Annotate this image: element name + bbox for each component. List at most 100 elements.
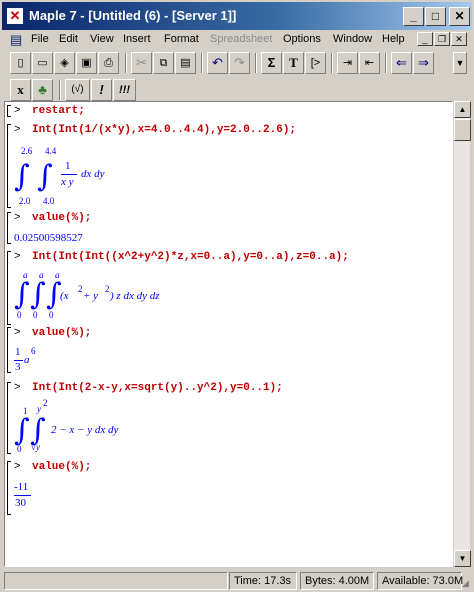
execution-group-bracket[interactable] [7, 212, 11, 244]
forward-icon[interactable]: ⇒ [413, 52, 434, 74]
maple-leaf-button[interactable]: ♣ [32, 79, 53, 101]
limit-upper: a [39, 270, 44, 280]
prompt-symbol: > [14, 105, 21, 117]
scroll-down-icon[interactable]: ▼ [454, 550, 471, 567]
limit-lower: 0 [17, 444, 22, 454]
status-bar: Time: 17.3s Bytes: 4.00M Available: 73.0… [0, 570, 474, 592]
execution-group-bracket[interactable] [7, 382, 11, 454]
execute-all-button[interactable]: !!! [113, 79, 136, 101]
menu-bar: ▤ File Edit View Insert Format Spreadshe… [0, 30, 474, 50]
exponent: 2 [105, 284, 110, 294]
command-input[interactable]: Int(Int(1/(x*y),x=4.0..4.4),y=2.0..2.6); [32, 124, 296, 136]
execution-group-bracket[interactable] [7, 105, 11, 117]
text-icon[interactable]: T [283, 52, 304, 74]
fraction-bar [14, 495, 31, 496]
limit-lower: 2.0 [19, 196, 31, 206]
prompt-symbol: > [14, 461, 21, 473]
limit-upper: a [55, 270, 60, 280]
insert-prompt-icon[interactable]: [> [305, 52, 326, 74]
status-available: Available: 73.0M [377, 572, 463, 590]
vertical-scrollbar[interactable]: ▲ ▼ [453, 101, 471, 567]
save-icon[interactable]: ▣ [76, 52, 97, 74]
menu-view[interactable]: View [90, 33, 114, 45]
scroll-up-icon[interactable]: ▲ [454, 101, 471, 118]
integral-sign: ∫ [14, 159, 30, 194]
limit-upper: y [37, 404, 41, 414]
maximize-button[interactable]: □ [425, 7, 446, 26]
document-icon[interactable]: ▤ [10, 32, 22, 48]
limit-upper: a [23, 270, 28, 280]
execution-group-bracket[interactable] [7, 461, 11, 515]
menu-insert[interactable]: Insert [123, 33, 151, 45]
menu-help[interactable]: Help [382, 33, 405, 45]
command-input[interactable]: Int(Int(2-x-y,x=sqrt(y)..y^2),y=0..1); [32, 382, 283, 394]
menu-options[interactable]: Options [283, 33, 321, 45]
sigma-icon[interactable]: Σ [261, 52, 282, 74]
copy-icon[interactable]: ⧉ [153, 52, 174, 74]
worksheet[interactable]: > restart; > Int(Int(1/(x*y),x=4.0..4.4)… [4, 101, 453, 567]
new-icon[interactable]: ▯ [10, 52, 31, 74]
doc-close-button[interactable]: ✕ [451, 32, 467, 46]
menu-spreadsheet: Spreadsheet [210, 33, 273, 45]
maple-app-icon[interactable]: ✕ [7, 8, 23, 24]
command-input[interactable]: value(%); [32, 212, 91, 224]
fraction-bar [61, 174, 77, 175]
toolbar-separator [201, 53, 203, 73]
execution-group-bracket[interactable] [7, 327, 11, 373]
fraction-denominator: 3 [15, 361, 21, 373]
integrand-part: (x [60, 290, 69, 302]
indent-icon[interactable]: ⇥ [337, 52, 358, 74]
doc-minimize-button[interactable]: _ [417, 32, 433, 46]
exponent: 2 [43, 398, 48, 408]
execution-group-bracket[interactable] [7, 251, 11, 325]
fraction-denominator: 30 [15, 497, 26, 509]
status-message [4, 572, 228, 590]
toolbar-separator [59, 80, 61, 100]
menu-edit[interactable]: Edit [59, 33, 78, 45]
limit-lower: 0 [49, 310, 54, 320]
cut-icon[interactable]: ✂ [131, 52, 152, 74]
limit-lower: √y [31, 442, 40, 452]
status-time: Time: 17.3s [229, 572, 297, 590]
toolbar-separator [125, 53, 127, 73]
command-input[interactable]: value(%); [32, 327, 91, 339]
limit-lower: 0 [33, 310, 38, 320]
paste-icon[interactable]: ▤ [175, 52, 196, 74]
command-input[interactable]: value(%); [32, 461, 91, 473]
main-toolbar: ▯ ▭ ◈ ▣ ⎙ ✂ ⧉ ▤ ↶ ↷ Σ T [> ⇥ ⇤ ⇐ ⇒ ▼ [4, 50, 470, 76]
toolbar-separator [331, 53, 333, 73]
menu-window[interactable]: Window [333, 33, 372, 45]
toolbar-overflow-icon[interactable]: ▼ [453, 52, 467, 74]
menu-format[interactable]: Format [164, 33, 199, 45]
fraction-numerator: 1 [65, 160, 71, 172]
outdent-icon[interactable]: ⇤ [359, 52, 380, 74]
execution-group-bracket[interactable] [7, 124, 11, 208]
redo-icon[interactable]: ↷ [229, 52, 250, 74]
open-url-icon[interactable]: ◈ [54, 52, 75, 74]
toolbar-separator [255, 53, 257, 73]
close-button[interactable]: ✕ [449, 7, 470, 26]
undo-icon[interactable]: ↶ [207, 52, 228, 74]
execute-button[interactable]: (√) [65, 79, 90, 101]
integral-sign: ∫ [37, 159, 53, 194]
math-input-button[interactable]: x [10, 79, 31, 101]
execute-once-button[interactable]: ! [91, 79, 112, 101]
prompt-symbol: > [14, 124, 21, 136]
command-input[interactable]: restart; [32, 105, 85, 117]
prompt-symbol: > [14, 251, 21, 263]
scroll-thumb[interactable] [454, 119, 471, 141]
command-input[interactable]: Int(Int(Int((x^2+y^2)*z,x=0..a),y=0..a),… [32, 251, 349, 263]
window-title: Maple 7 - [Untitled (6) - [Server 1]] [29, 8, 237, 23]
minimize-button[interactable]: _ [403, 7, 424, 26]
limit-lower: 4.0 [43, 196, 55, 206]
differentials: ) z dx dy dz [110, 290, 160, 302]
differentials: dx dy [81, 168, 105, 180]
status-bytes: Bytes: 4.00M [300, 572, 374, 590]
fraction-numerator: -11 [14, 481, 29, 493]
resize-grip-icon[interactable]: ◢ [462, 578, 469, 589]
menu-file[interactable]: File [31, 33, 49, 45]
open-icon[interactable]: ▭ [32, 52, 53, 74]
doc-restore-button[interactable]: ❐ [434, 32, 450, 46]
print-icon[interactable]: ⎙ [98, 52, 119, 74]
back-icon[interactable]: ⇐ [391, 52, 412, 74]
